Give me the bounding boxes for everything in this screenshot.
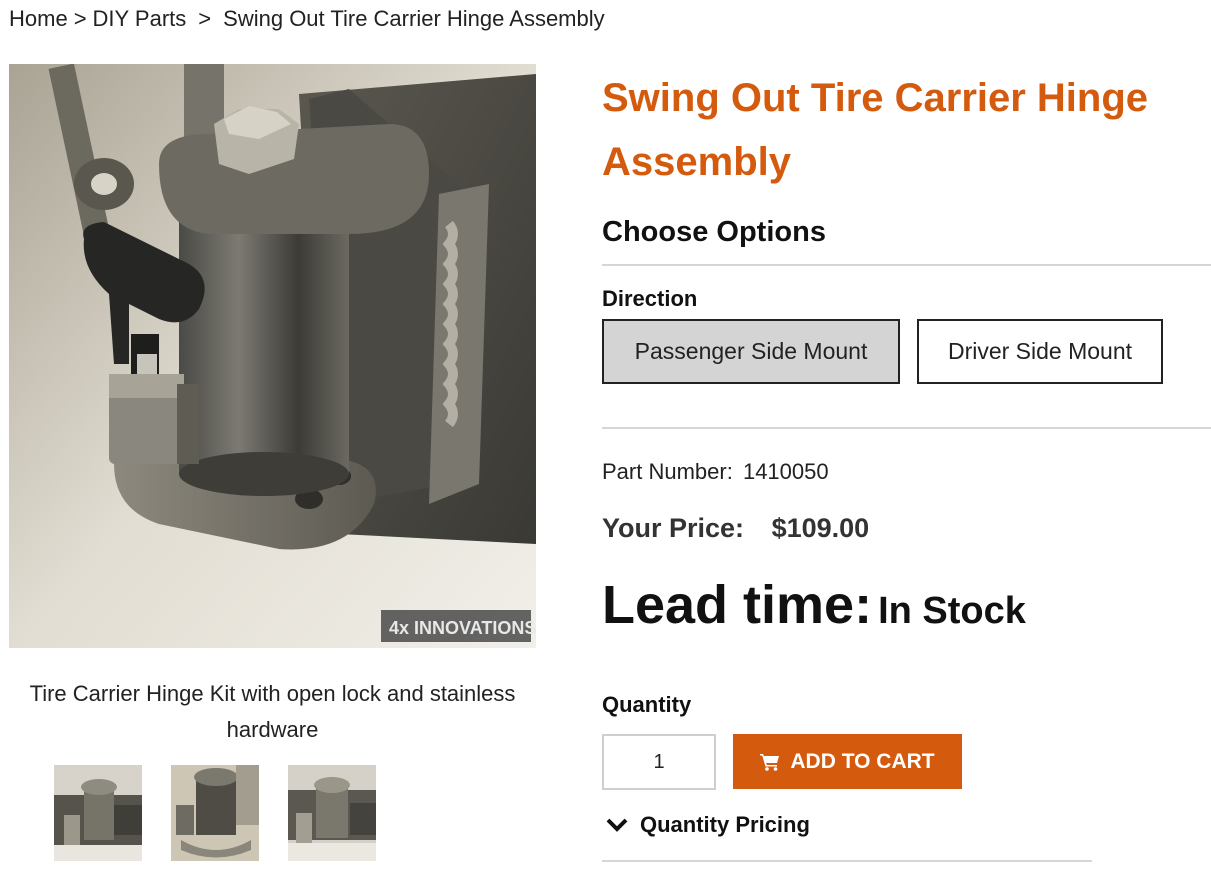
hinge-photo: 4x INNOVATIONS bbox=[9, 64, 536, 648]
divider bbox=[602, 427, 1211, 429]
watermark-text: 4x INNOVATIONS bbox=[389, 618, 536, 638]
divider bbox=[602, 264, 1211, 266]
thumbnail-strip bbox=[54, 765, 376, 861]
breadcrumb-home-link[interactable]: Home bbox=[9, 6, 68, 31]
direction-label: Direction bbox=[602, 286, 698, 311]
part-number-value: 1410050 bbox=[742, 459, 829, 484]
breadcrumb-current: Swing Out Tire Carrier Hinge Assembly bbox=[223, 6, 605, 31]
breadcrumb: Home > DIY Parts > Swing Out Tire Carrier Hi… bbox=[9, 6, 605, 32]
shopping-cart-icon bbox=[760, 753, 780, 771]
thumbnail-image bbox=[54, 765, 142, 861]
product-main-image[interactable]: 4x INNOVATIONS bbox=[9, 64, 536, 648]
thumbnail-3[interactable] bbox=[288, 765, 376, 861]
thumbnail-2[interactable] bbox=[171, 765, 259, 861]
product-title: Swing Out Tire Carrier Hinge Assembly bbox=[602, 76, 1149, 184]
thumbnail-1[interactable] bbox=[54, 765, 142, 861]
quantity-input[interactable] bbox=[602, 734, 716, 790]
part-number: Part Number: 1410050 bbox=[602, 459, 829, 485]
chevron-down-icon bbox=[606, 818, 628, 832]
breadcrumb-separator: > bbox=[73, 6, 87, 31]
price-label: Your Price: bbox=[602, 513, 745, 543]
quantity-label: Quantity bbox=[602, 692, 692, 717]
option-passenger-side-mount[interactable]: Passenger Side Mount bbox=[602, 319, 900, 384]
lead-time: Lead time: In Stock bbox=[602, 574, 1026, 636]
options-heading: Choose Options bbox=[602, 216, 826, 248]
quantity-pricing-toggle[interactable]: Quantity Pricing bbox=[606, 812, 810, 838]
thumbnail-image bbox=[288, 765, 376, 861]
price-value: $109.00 bbox=[771, 513, 870, 543]
lead-time-value: In Stock bbox=[878, 590, 1026, 632]
image-caption: Tire Carrier Hinge Kit with open lock an… bbox=[29, 681, 516, 742]
option-driver-side-mount[interactable]: Driver Side Mount bbox=[917, 319, 1163, 384]
price: Your Price: $109.00 bbox=[602, 513, 869, 544]
add-to-cart-label: ADD TO CART bbox=[790, 749, 935, 773]
lead-time-label: Lead time: bbox=[602, 575, 873, 635]
thumbnail-image bbox=[171, 765, 259, 861]
breadcrumb-category-link[interactable]: DIY Parts bbox=[93, 6, 187, 31]
part-number-label: Part Number: bbox=[602, 459, 733, 484]
breadcrumb-separator: > bbox=[198, 6, 212, 31]
add-to-cart-button[interactable]: ADD TO CART bbox=[733, 734, 962, 789]
quantity-pricing-label: Quantity Pricing bbox=[640, 812, 810, 837]
divider bbox=[602, 860, 1092, 862]
